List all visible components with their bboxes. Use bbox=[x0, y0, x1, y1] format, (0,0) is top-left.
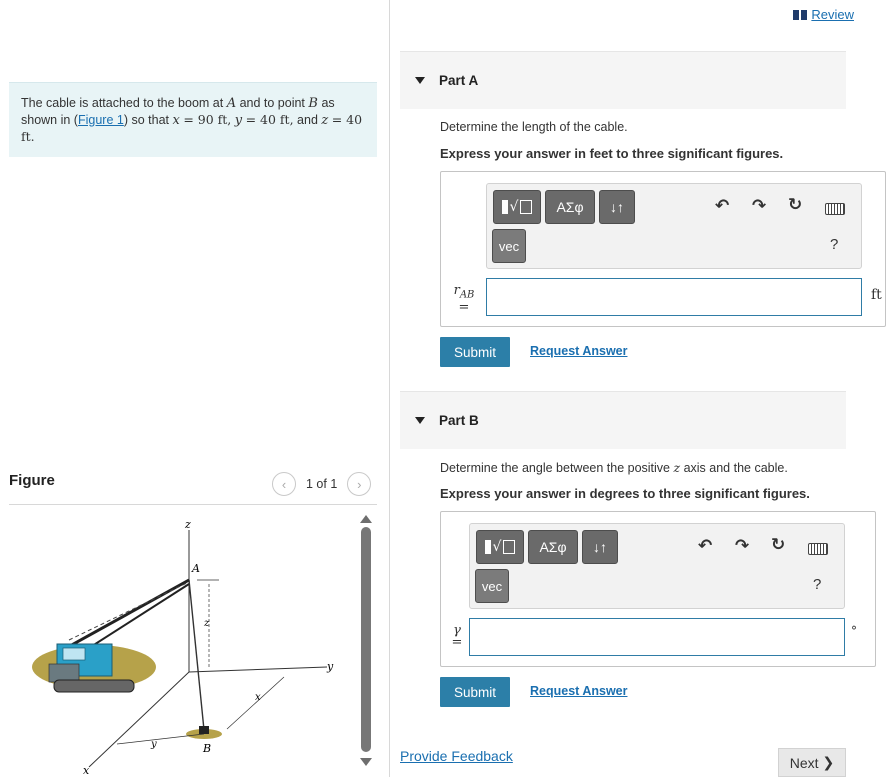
y-dimension bbox=[116, 733, 205, 745]
symbols-button[interactable]: ΑΣφ bbox=[545, 190, 595, 224]
collapse-icon[interactable] bbox=[415, 417, 425, 424]
figure-title: Figure bbox=[9, 472, 55, 489]
y-value: = 40 ft, bbox=[245, 112, 294, 127]
part-b-answer-box: √ ΑΣφ ↓↑ vec ↶ ↷ ↻ ? γ = ° bbox=[440, 511, 876, 667]
z-var: z bbox=[321, 113, 329, 128]
x-value: = 90 ft, bbox=[183, 112, 232, 127]
answer-input[interactable] bbox=[486, 278, 862, 316]
part-b-title: Part B bbox=[439, 413, 479, 428]
label-z-dim: z bbox=[203, 618, 210, 629]
part-a-header[interactable]: Part A bbox=[400, 51, 846, 109]
provide-feedback-link[interactable]: Provide Feedback bbox=[400, 748, 513, 764]
vec-button[interactable]: vec bbox=[475, 569, 509, 603]
prev-figure-button[interactable]: ‹ bbox=[272, 472, 296, 496]
math-toolbar: √ ΑΣφ ↓↑ vec ↶ ↷ ↻ ? bbox=[469, 523, 845, 609]
redo-icon[interactable]: ↷ bbox=[752, 196, 766, 216]
part-a-answer-box: √ ΑΣφ ↓↑ vec ↶ ↷ ↻ ? rAB = bbox=[440, 171, 886, 327]
keyboard-icon[interactable] bbox=[808, 543, 828, 555]
left-pane: The cable is attached to the boom at A a… bbox=[0, 0, 390, 777]
x-dimension bbox=[226, 676, 285, 730]
next-label: Next bbox=[789, 754, 819, 771]
figure-scrollbar[interactable] bbox=[360, 515, 372, 777]
label-y-axis: y bbox=[326, 660, 334, 673]
answer-label: rAB = bbox=[453, 283, 475, 315]
book-icon bbox=[793, 9, 808, 20]
figure-link[interactable]: Figure 1 bbox=[78, 113, 124, 127]
review-link-wrap[interactable]: Review bbox=[793, 7, 854, 22]
point-a-var: A bbox=[226, 96, 237, 111]
label-x-axis: x bbox=[83, 764, 90, 777]
arrows-button[interactable]: ↓↑ bbox=[599, 190, 635, 224]
request-answer-link[interactable]: Request Answer bbox=[530, 344, 627, 358]
reset-icon[interactable]: ↻ bbox=[771, 535, 785, 555]
figure-image: z A z y x y B x bbox=[9, 512, 354, 777]
help-button[interactable]: ? bbox=[813, 576, 821, 593]
part-a-question: Determine the length of the cable. bbox=[440, 120, 628, 134]
scroll-down-icon[interactable] bbox=[360, 758, 372, 766]
undo-icon[interactable]: ↶ bbox=[715, 196, 729, 216]
math-toolbar: √ ΑΣφ ↓↑ vec ↶ ↷ ↻ ? bbox=[486, 183, 862, 269]
reset-icon[interactable]: ↻ bbox=[788, 195, 802, 215]
templates-icon: √ bbox=[501, 199, 533, 215]
part-b-header[interactable]: Part B bbox=[400, 391, 846, 449]
counterweight bbox=[48, 663, 80, 683]
boom-lattice bbox=[68, 581, 190, 641]
figure-count: 1 of 1 bbox=[306, 477, 338, 491]
redo-icon[interactable]: ↷ bbox=[735, 536, 749, 556]
unit-label: ft bbox=[871, 287, 882, 303]
next-figure-button[interactable]: › bbox=[347, 472, 372, 496]
undo-icon[interactable]: ↶ bbox=[698, 536, 712, 556]
divider bbox=[9, 504, 377, 505]
arrows-button[interactable]: ↓↑ bbox=[582, 530, 618, 564]
part-a-instruction: Express your answer in feet to three sig… bbox=[440, 146, 784, 161]
label-y-dim: y bbox=[150, 739, 157, 750]
problem-statement: The cable is attached to the boom at A a… bbox=[9, 82, 377, 157]
answer-input[interactable] bbox=[469, 618, 845, 656]
templates-button[interactable]: √ bbox=[493, 190, 541, 224]
right-pane: Review Part A Determine the length of th… bbox=[390, 0, 886, 777]
templates-button[interactable]: √ bbox=[476, 530, 524, 564]
cab-window bbox=[62, 647, 86, 661]
problem-text: and to point bbox=[239, 96, 305, 110]
problem-text: and bbox=[297, 113, 318, 127]
label-b: B bbox=[202, 742, 211, 755]
symbols-button[interactable]: ΑΣφ bbox=[528, 530, 578, 564]
help-button[interactable]: ? bbox=[830, 236, 838, 253]
point-b-var: B bbox=[308, 96, 318, 111]
chevron-right-icon: ❯ bbox=[822, 754, 835, 770]
part-b-instruction: Express your answer in degrees to three … bbox=[440, 486, 810, 501]
collapse-icon[interactable] bbox=[415, 77, 425, 84]
submit-button[interactable]: Submit bbox=[440, 337, 510, 367]
scroll-thumb[interactable] bbox=[361, 527, 371, 752]
unit-label: ° bbox=[851, 624, 857, 638]
cable bbox=[188, 579, 205, 731]
crane-tracks bbox=[53, 679, 135, 693]
review-link[interactable]: Review bbox=[811, 7, 854, 22]
answer-label: γ = bbox=[451, 623, 463, 650]
boom-upper bbox=[58, 578, 190, 654]
problem-text: The cable is attached to the boom at bbox=[21, 96, 224, 110]
crane-diagram: z A z y x y B x bbox=[32, 518, 334, 777]
y-var: y bbox=[234, 113, 243, 128]
scroll-up-icon[interactable] bbox=[360, 515, 372, 523]
templates-icon: √ bbox=[484, 539, 516, 555]
figure-nav: ‹ 1 of 1 › bbox=[272, 472, 372, 496]
part-b-question: Determine the angle between the positive… bbox=[440, 460, 788, 475]
next-button[interactable]: Next ❯ bbox=[778, 748, 846, 777]
label-x-dim: x bbox=[255, 692, 261, 703]
request-answer-link[interactable]: Request Answer bbox=[530, 684, 627, 698]
problem-text: ) so that bbox=[123, 113, 170, 127]
label-z: z bbox=[184, 518, 191, 531]
part-a-title: Part A bbox=[439, 73, 479, 88]
keyboard-icon[interactable] bbox=[825, 203, 845, 215]
x-var: x bbox=[172, 113, 180, 128]
submit-button[interactable]: Submit bbox=[440, 677, 510, 707]
y-axis bbox=[188, 666, 328, 673]
vec-button[interactable]: vec bbox=[492, 229, 526, 263]
label-a: A bbox=[191, 562, 200, 575]
anchor-b bbox=[199, 726, 209, 734]
